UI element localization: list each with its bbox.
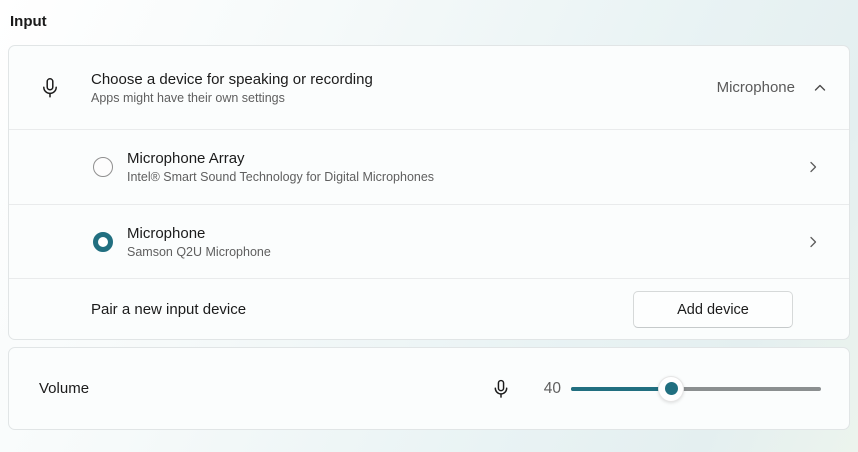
device-row-microphone[interactable]: Microphone Samson Q2U Microphone [9, 204, 849, 278]
volume-card: Volume 40 [8, 347, 850, 430]
add-device-button[interactable]: Add device [633, 291, 793, 328]
device-chooser-title: Choose a device for speaking or recordin… [91, 70, 373, 88]
volume-slider-thumb[interactable] [658, 375, 684, 402]
device-text: Microphone Samson Q2U Microphone [127, 225, 805, 259]
device-chooser-subtitle: Apps might have their own settings [91, 90, 285, 105]
radio-unselected[interactable] [93, 157, 113, 177]
device-description: Intel® Smart Sound Technology for Digita… [127, 170, 435, 184]
volume-label: Volume [39, 380, 90, 397]
chevron-up-icon[interactable] [813, 81, 827, 95]
pair-device-label: Pair a new input device [91, 301, 247, 318]
device-name: Microphone Array [127, 150, 245, 167]
volume-slider-fill [571, 386, 671, 391]
volume-row: Volume 40 [9, 348, 849, 429]
volume-slider-thumb-dot [664, 382, 678, 395]
chevron-right-icon[interactable] [805, 159, 821, 175]
microphone-icon [489, 377, 513, 401]
chevron-right-icon[interactable] [805, 234, 821, 250]
device-name: Microphone [127, 224, 206, 242]
radio-selected[interactable] [93, 231, 113, 252]
pair-device-row: Pair a new input device Add device [9, 278, 849, 339]
input-devices-card: Choose a device for speaking or recordin… [8, 45, 850, 340]
device-chooser-text: Choose a device for speaking or recordin… [91, 71, 717, 105]
device-text: Microphone Array Intel® Smart Sound Tech… [127, 150, 805, 184]
microphone-icon [37, 75, 63, 101]
page-section-title: Input [10, 13, 47, 30]
device-description: Samson Q2U Microphone [127, 244, 271, 259]
volume-slider[interactable] [571, 375, 821, 402]
device-chooser-expander[interactable]: Choose a device for speaking or recordin… [9, 46, 849, 129]
volume-value: 40 [543, 379, 561, 397]
device-row-microphone-array[interactable]: Microphone Array Intel® Smart Sound Tech… [9, 129, 849, 204]
selected-device-value: Microphone [716, 79, 795, 96]
